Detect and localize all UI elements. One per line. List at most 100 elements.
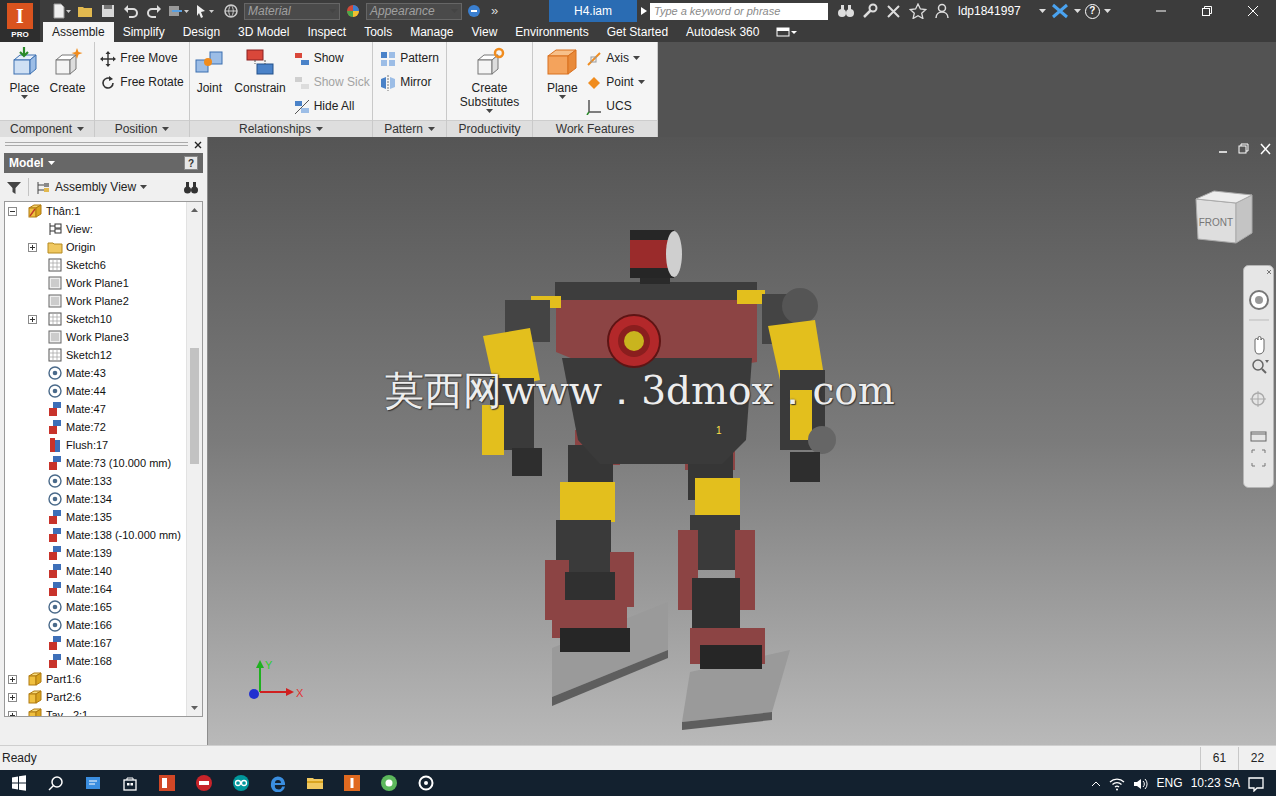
tree-node[interactable]: Mate:135 bbox=[5, 508, 186, 526]
clear-appearance-icon[interactable] bbox=[465, 1, 485, 21]
appearance-dropdown[interactable]: Appearance bbox=[366, 3, 462, 20]
tree-node[interactable]: Tay - 2:1 bbox=[5, 706, 186, 716]
minimize-icon[interactable] bbox=[1138, 0, 1184, 22]
search-field[interactable] bbox=[650, 3, 828, 20]
notifications-icon[interactable] bbox=[1248, 774, 1264, 792]
expand-arrow-icon[interactable] bbox=[637, 7, 650, 15]
volume-icon[interactable] bbox=[1133, 774, 1149, 792]
arduino-icon[interactable] bbox=[222, 770, 259, 796]
inventor-app-icon[interactable] bbox=[333, 770, 370, 796]
ribbon-tab[interactable]: Simplify bbox=[114, 22, 174, 42]
tree-node[interactable]: Mate:133 bbox=[5, 472, 186, 490]
tree-node[interactable]: Part2:6 bbox=[5, 688, 186, 706]
tree-node[interactable]: Mate:43 bbox=[5, 364, 186, 382]
dropdown-caret-icon[interactable] bbox=[486, 109, 493, 113]
scroll-down-icon[interactable] bbox=[187, 700, 202, 716]
view-cube-face[interactable]: FRONT bbox=[1197, 215, 1235, 230]
tree-node[interactable]: Thân:1 bbox=[5, 202, 186, 220]
show-hidden-icons-icon[interactable] bbox=[1091, 774, 1101, 792]
expand-icon[interactable] bbox=[28, 243, 37, 252]
tree-node[interactable]: Part1:6 bbox=[5, 670, 186, 688]
panel-expand-icon[interactable] bbox=[162, 127, 169, 131]
restore-icon[interactable] bbox=[1184, 0, 1230, 22]
navigation-bar[interactable] bbox=[1243, 265, 1274, 488]
tree-node[interactable]: Mate:165 bbox=[5, 598, 186, 616]
exchange-apps-icon[interactable] bbox=[1050, 1, 1070, 21]
redo-icon[interactable] bbox=[144, 1, 164, 21]
tree-node[interactable]: Mate:138 (-10.000 mm) bbox=[5, 526, 186, 544]
ribbon-button[interactable]: Joint bbox=[190, 46, 228, 120]
robot-model[interactable] bbox=[208, 137, 1276, 745]
ribbon-button[interactable]: Place bbox=[5, 46, 43, 120]
dropdown-caret-icon[interactable] bbox=[633, 56, 640, 60]
tree-node[interactable]: Sketch12 bbox=[5, 346, 186, 364]
tools-icon[interactable] bbox=[884, 1, 904, 21]
tree-node[interactable]: Sketch10 bbox=[5, 310, 186, 328]
tree-node[interactable]: Mate:47 bbox=[5, 400, 186, 418]
ribbon-tab[interactable]: View bbox=[463, 22, 507, 42]
binoculars-icon[interactable] bbox=[836, 1, 856, 21]
help-caret-icon[interactable] bbox=[1104, 9, 1111, 13]
browser-menu-caret-icon[interactable] bbox=[48, 161, 55, 165]
expand-icon[interactable] bbox=[28, 315, 37, 324]
panel-label[interactable]: Position bbox=[95, 120, 189, 137]
scroll-track[interactable] bbox=[187, 218, 202, 700]
office-app-icon[interactable] bbox=[148, 770, 185, 796]
find-icon[interactable] bbox=[183, 178, 199, 196]
graphics-window[interactable]: FRONTYX1莫西网www．3dmox．com bbox=[208, 137, 1276, 745]
browser-help[interactable]: ? bbox=[184, 156, 198, 170]
ribbon-display-toggle-icon[interactable] bbox=[768, 22, 798, 42]
collapse-icon[interactable] bbox=[8, 207, 17, 216]
panel-expand-icon[interactable] bbox=[428, 127, 435, 131]
close-browser-icon[interactable] bbox=[194, 135, 202, 153]
select-icon[interactable] bbox=[194, 1, 218, 21]
document-tab[interactable]: H4.iam bbox=[549, 0, 637, 22]
ribbon-button[interactable]: Mirror bbox=[378, 70, 441, 94]
tree-node[interactable]: Origin bbox=[5, 238, 186, 256]
ribbon-tab[interactable]: Get Started bbox=[598, 22, 677, 42]
ribbon-tab[interactable]: Assemble bbox=[43, 22, 114, 42]
ribbon-button[interactable]: Axis bbox=[584, 46, 646, 70]
tree-node[interactable]: Mate:168 bbox=[5, 652, 186, 670]
ribbon-button[interactable]: Create bbox=[46, 46, 88, 120]
clock[interactable]: 10:23 SA bbox=[1191, 774, 1240, 792]
exchange-caret-icon[interactable] bbox=[1074, 9, 1081, 13]
user-menu-caret-icon[interactable] bbox=[1039, 9, 1046, 13]
ribbon-button[interactable]: Constrain bbox=[231, 46, 288, 120]
tree-node[interactable]: Sketch6 bbox=[5, 256, 186, 274]
tree-node[interactable]: Mate:164 bbox=[5, 580, 186, 598]
tree-node[interactable]: Work Plane3 bbox=[5, 328, 186, 346]
tree-node[interactable]: Mate:134 bbox=[5, 490, 186, 508]
ribbon-button[interactable]: Plane bbox=[543, 46, 581, 120]
favorites-icon[interactable] bbox=[908, 1, 928, 21]
application-menu[interactable]: IPRO bbox=[0, 0, 40, 42]
ribbon-button[interactable]: Point bbox=[584, 70, 646, 94]
user-name[interactable]: ldp1841997 bbox=[956, 2, 1035, 20]
viewport-controls-icon[interactable] bbox=[1218, 143, 1272, 155]
new-icon[interactable] bbox=[52, 1, 72, 21]
tree-node[interactable]: View: bbox=[5, 220, 186, 238]
ribbon-button[interactable]: Free Rotate bbox=[98, 70, 185, 94]
browser-header[interactable]: Model? bbox=[4, 153, 203, 173]
panel-expand-icon[interactable] bbox=[316, 127, 323, 131]
ribbon-tab[interactable]: Tools bbox=[355, 22, 401, 42]
scroll-thumb[interactable] bbox=[190, 348, 199, 464]
tree-node[interactable]: Work Plane2 bbox=[5, 292, 186, 310]
input-language[interactable]: ENG bbox=[1157, 774, 1183, 792]
edge-icon[interactable] bbox=[259, 770, 296, 796]
tree-node[interactable]: Mate:44 bbox=[5, 382, 186, 400]
network-icon[interactable] bbox=[1109, 774, 1125, 792]
ribbon-tab[interactable]: Manage bbox=[401, 22, 462, 42]
panel-expand-icon[interactable] bbox=[77, 127, 84, 131]
expand-icon[interactable] bbox=[8, 675, 17, 684]
ribbon-button[interactable]: Show bbox=[292, 46, 372, 70]
ribbon-button[interactable]: UCS bbox=[584, 94, 646, 118]
ribbon-tab[interactable]: 3D Model bbox=[229, 22, 298, 42]
task-view-icon[interactable] bbox=[74, 770, 111, 796]
file-explorer-icon[interactable] bbox=[296, 770, 333, 796]
ribbon-tab[interactable]: Environments bbox=[506, 22, 597, 42]
tree-node[interactable]: Work Plane1 bbox=[5, 274, 186, 292]
dropdown-caret-icon[interactable] bbox=[638, 80, 645, 84]
ribbon-button[interactable]: Pattern bbox=[378, 46, 441, 70]
tree-node[interactable]: Mate:167 bbox=[5, 634, 186, 652]
